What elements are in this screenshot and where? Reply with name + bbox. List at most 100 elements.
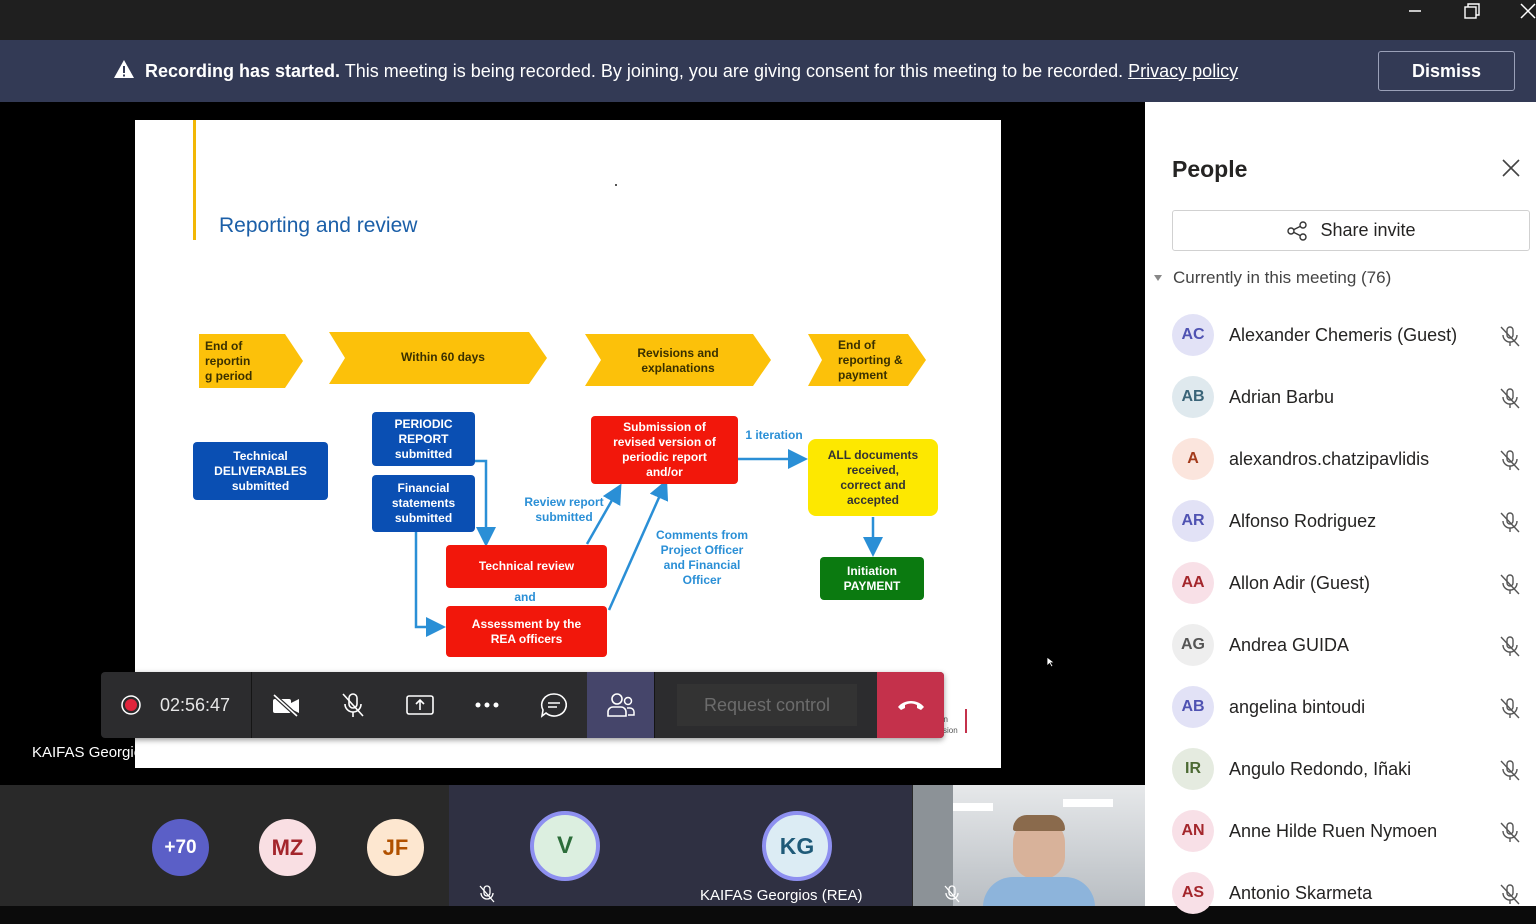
periodic-report-box: PERIODIC REPORT submitted bbox=[372, 412, 475, 466]
comments-note: Comments from Project Officer and Financ… bbox=[655, 528, 748, 587]
participant-row[interactable]: AB Adrian Barbu bbox=[1172, 366, 1536, 428]
participant-row[interactable]: Aalexandros.chatzipavlidis bbox=[1172, 428, 1536, 490]
meeting-toolbar: 02:56:47 Request control bbox=[101, 672, 944, 738]
corner-logo-mark bbox=[965, 709, 967, 733]
timer-text: 02:56:47 bbox=[160, 694, 231, 715]
people-panel: People Share invite Currently in this me… bbox=[1145, 102, 1536, 914]
mic-off-icon bbox=[341, 693, 364, 717]
participant-row[interactable]: AG Andrea GUIDA bbox=[1172, 614, 1536, 676]
participant-mic-status bbox=[1498, 448, 1522, 477]
participant-mic-status bbox=[1498, 324, 1522, 353]
initiation-payment-box: Initiation PAYMENT bbox=[820, 557, 924, 600]
avatar-mz[interactable]: MZ bbox=[259, 819, 316, 876]
participant-row[interactable]: AR Alfonso Rodriguez bbox=[1172, 490, 1536, 552]
avatar-kg[interactable]: KG bbox=[762, 811, 832, 881]
participant-name: Andrea GUIDA bbox=[1229, 634, 1350, 655]
mic-off-icon bbox=[1500, 512, 1520, 533]
participant-name: angelina bintoudi bbox=[1229, 696, 1366, 717]
share-icon bbox=[1287, 220, 1308, 241]
participant-row[interactable]: AA Allon Adir (Guest) bbox=[1172, 552, 1536, 614]
recording-banner: Recording has started. This meeting is b… bbox=[0, 40, 1536, 102]
mic-off-icon bbox=[1500, 574, 1520, 595]
avatar-v[interactable]: V bbox=[530, 811, 600, 881]
participant-row[interactable]: AS Antonio Skarmeta bbox=[1172, 862, 1536, 924]
chat-button[interactable] bbox=[520, 672, 587, 738]
participants-button[interactable] bbox=[587, 672, 654, 738]
participant-name: Allon Adir (Guest) bbox=[1229, 572, 1371, 593]
all-documents-box: ALL documents received, correct and acce… bbox=[808, 439, 938, 516]
banner-message: Recording has started. This meeting is b… bbox=[145, 61, 1238, 82]
participant-row[interactable]: AN Anne Hilde Ruen Nymoen bbox=[1172, 800, 1536, 862]
participant-mic-status bbox=[1498, 572, 1522, 601]
mic-off-icon bbox=[1500, 450, 1520, 471]
mic-off-icon bbox=[479, 885, 495, 903]
close-panel-button[interactable] bbox=[1500, 157, 1522, 179]
participant-mic-status bbox=[1498, 758, 1522, 787]
participant-mic-status bbox=[1498, 696, 1522, 725]
avatar: IR bbox=[1172, 748, 1214, 790]
dismiss-button[interactable]: Dismiss bbox=[1378, 51, 1515, 91]
minimize-button[interactable] bbox=[1392, 0, 1438, 22]
shared-slide: Reporting and review End of reportin g p… bbox=[135, 120, 1001, 768]
avatar: AN bbox=[1172, 810, 1214, 852]
participant-mic-status bbox=[1498, 510, 1522, 539]
mic-off-icon bbox=[944, 885, 960, 903]
toolbar-divider bbox=[654, 672, 655, 738]
participant-name: Anne Hilde Ruen Nymoen bbox=[1229, 820, 1438, 841]
banner-bold: Recording has started. bbox=[145, 61, 341, 81]
ceiling-light bbox=[953, 803, 993, 811]
avatar: AS bbox=[1172, 872, 1214, 914]
meeting-section-header[interactable]: Currently in this meeting (76) bbox=[1153, 268, 1391, 288]
video-tile[interactable] bbox=[913, 785, 1145, 906]
camera-off-icon bbox=[272, 693, 299, 717]
participant-name: Alfonso Rodriguez bbox=[1229, 510, 1377, 531]
person-shirt bbox=[983, 877, 1095, 906]
and-note: and bbox=[514, 590, 536, 604]
overflow-participants[interactable]: +70 bbox=[152, 819, 209, 876]
share-screen-button[interactable] bbox=[386, 672, 453, 738]
hang-up-button[interactable] bbox=[877, 672, 944, 738]
mic-off-icon bbox=[1500, 388, 1520, 409]
restore-button[interactable] bbox=[1449, 0, 1495, 22]
avatar: AB bbox=[1172, 376, 1214, 418]
participant-row[interactable]: IR Angulo Redondo, Iñaki bbox=[1172, 738, 1536, 800]
share-tray-icon bbox=[405, 695, 434, 715]
avatar: AA bbox=[1172, 562, 1214, 604]
participant-mic-status bbox=[1498, 882, 1522, 911]
avatar: AG bbox=[1172, 624, 1214, 666]
participant-row[interactable]: AC Alexander Chemeris (Guest) bbox=[1172, 304, 1536, 366]
avatar-jf[interactable]: JF bbox=[367, 819, 424, 876]
avatar: AB bbox=[1172, 686, 1214, 728]
people-icon bbox=[606, 693, 635, 717]
participant-name: Alexander Chemeris (Guest) bbox=[1229, 324, 1458, 345]
close-icon bbox=[1520, 3, 1536, 19]
mic-toggle-button[interactable] bbox=[319, 672, 386, 738]
panel-title: People bbox=[1172, 156, 1248, 182]
camera-toggle-button[interactable] bbox=[252, 672, 319, 738]
mic-off-icon bbox=[1500, 884, 1520, 905]
restore-icon bbox=[1464, 3, 1480, 19]
avatar: AR bbox=[1172, 500, 1214, 542]
participant-name: Adrian Barbu bbox=[1229, 386, 1335, 407]
share-invite-button[interactable]: Share invite bbox=[1172, 210, 1530, 251]
mic-off-icon bbox=[1500, 636, 1520, 657]
technical-review-box: Technical review bbox=[446, 545, 607, 588]
privacy-policy-link[interactable]: Privacy policy bbox=[1128, 61, 1238, 81]
banner-body: This meeting is being recorded. By joini… bbox=[340, 61, 1129, 81]
iteration-note: 1 iteration bbox=[745, 428, 803, 442]
review-submitted-note: Review report submitted bbox=[524, 495, 604, 524]
close-icon bbox=[1502, 159, 1520, 177]
person-hair bbox=[1013, 815, 1065, 831]
ellipsis-icon bbox=[475, 702, 498, 708]
participant-row[interactable]: AB angelina bintoudi bbox=[1172, 676, 1536, 738]
assessment-box: Assessment by the REA officers bbox=[446, 606, 607, 657]
mic-off-icon bbox=[1500, 326, 1520, 347]
share-invite-label: Share invite bbox=[1320, 220, 1416, 240]
more-actions-button[interactable] bbox=[453, 672, 520, 738]
participant-name: Angulo Redondo, Iñaki bbox=[1229, 758, 1412, 779]
submission-box: Submission of revised version of periodi… bbox=[591, 416, 738, 484]
minimize-icon bbox=[1409, 10, 1421, 12]
request-control-button[interactable]: Request control bbox=[677, 684, 857, 726]
close-window-button[interactable] bbox=[1505, 0, 1536, 22]
kg-tile-name: KAIFAS Georgios (REA) bbox=[700, 887, 863, 904]
